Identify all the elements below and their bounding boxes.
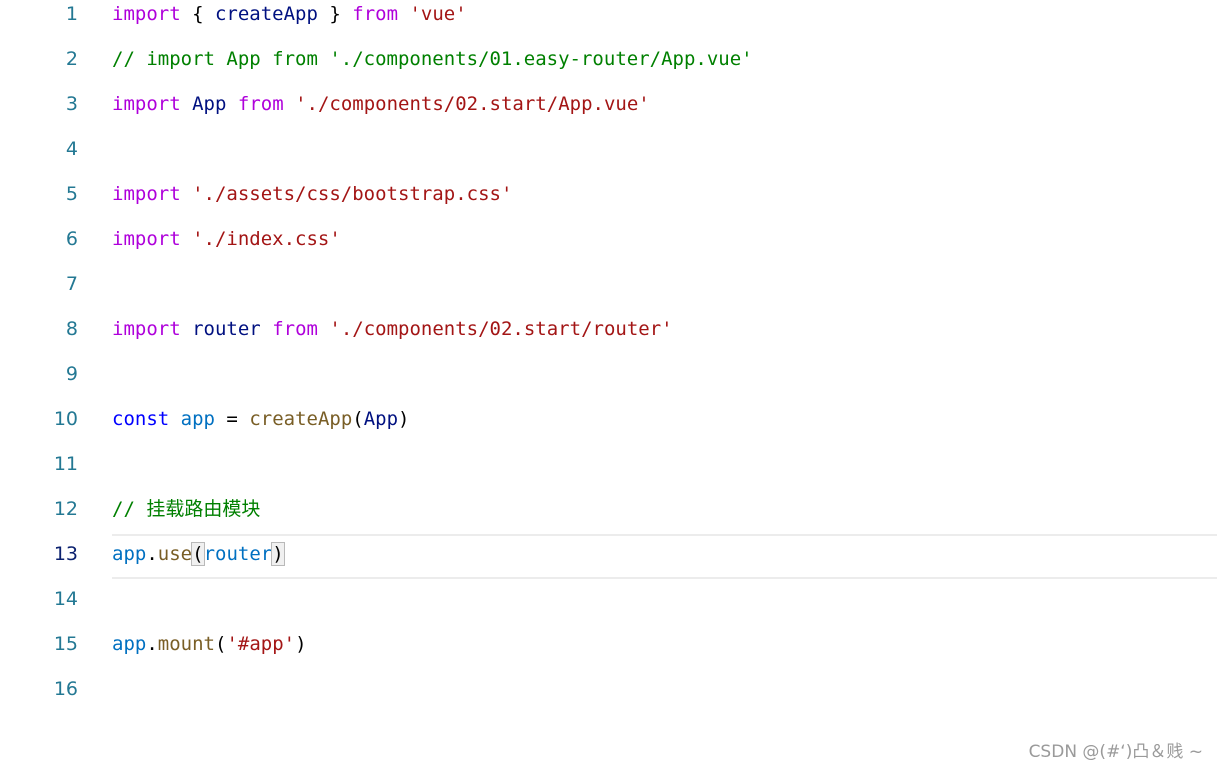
line-number: 13 — [53, 543, 78, 565]
code-line[interactable]: app.use(router) — [112, 532, 285, 577]
code-token: '#app' — [226, 633, 296, 655]
code-line[interactable]: import { createApp } from 'vue' — [112, 0, 467, 37]
line-number: 1 — [65, 3, 78, 25]
line-number: 7 — [65, 273, 78, 295]
code-line[interactable]: app.mount('#app') — [112, 622, 307, 667]
code-token: const — [112, 408, 170, 430]
code-token: ) — [295, 633, 307, 655]
code-token: App — [363, 408, 399, 430]
code-token: . — [146, 543, 158, 565]
code-token: createApp — [249, 408, 353, 430]
line-number: 10 — [53, 408, 78, 430]
code-token: use — [157, 543, 193, 565]
line-number: 14 — [53, 588, 78, 610]
code-token: from — [272, 318, 318, 340]
code-token: from — [352, 3, 399, 25]
code-line[interactable]: const app = createApp(App) — [112, 397, 410, 442]
code-line[interactable]: import './assets/css/bootstrap.css' — [112, 172, 512, 217]
code-token: } — [317, 3, 353, 25]
code-token: // 挂载路由模块 — [112, 498, 261, 520]
code-token: // import App from './components/01.easy… — [112, 48, 753, 70]
code-token: router — [192, 318, 261, 340]
watermark: CSDN @(#‘)凸＆贱 ~ — [1028, 742, 1203, 762]
code-line[interactable]: import './index.css' — [112, 217, 341, 262]
code-token: './components/02.start/router' — [329, 318, 673, 340]
code-token: import — [112, 318, 181, 340]
code-token: import — [112, 93, 181, 115]
code-token: . — [146, 633, 158, 655]
code-token: './index.css' — [192, 228, 341, 250]
code-token: ( — [352, 408, 364, 430]
code-token: router — [203, 543, 273, 565]
code-line[interactable]: import router from './components/02.star… — [112, 307, 673, 352]
code-token: ) — [398, 408, 410, 430]
line-number: 2 — [65, 48, 78, 70]
line-number: 16 — [53, 678, 78, 700]
code-token: app — [112, 633, 147, 655]
code-line[interactable]: // 挂载路由模块 — [112, 487, 260, 532]
code-token: import — [112, 228, 181, 250]
code-token: { — [180, 3, 215, 25]
code-token: 'vue' — [409, 3, 467, 25]
code-token: './components/02.start/App.vue' — [295, 93, 650, 115]
code-token: import — [112, 183, 181, 205]
code-editor[interactable]: 1 import { createApp } from 'vue' 2 // impo… — [0, 0, 1217, 772]
line-number: 4 — [65, 138, 78, 160]
code-token: from — [237, 93, 284, 115]
line-number: 12 — [53, 498, 78, 520]
line-number: 5 — [65, 183, 78, 205]
code-token: app — [180, 408, 215, 430]
code-token: App — [192, 93, 227, 115]
line-number: 8 — [65, 318, 78, 340]
code-line[interactable]: // import App from './components/01.easy… — [112, 37, 753, 82]
line-number: 6 — [65, 228, 78, 250]
line-number: 3 — [65, 93, 78, 115]
matched-bracket: ) — [271, 542, 285, 566]
line-number: 15 — [53, 633, 78, 655]
line-number: 11 — [53, 453, 78, 475]
code-token: = — [214, 408, 250, 430]
code-token: app — [112, 543, 147, 565]
line-number: 9 — [65, 363, 78, 385]
code-token: './assets/css/bootstrap.css' — [192, 183, 513, 205]
code-token: createApp — [214, 3, 318, 25]
code-token: import — [112, 3, 181, 25]
code-line[interactable]: import App from './components/02.start/A… — [112, 82, 650, 127]
code-token: ( — [214, 633, 227, 655]
code-token: mount — [157, 633, 215, 655]
matched-bracket: ( — [191, 542, 205, 566]
